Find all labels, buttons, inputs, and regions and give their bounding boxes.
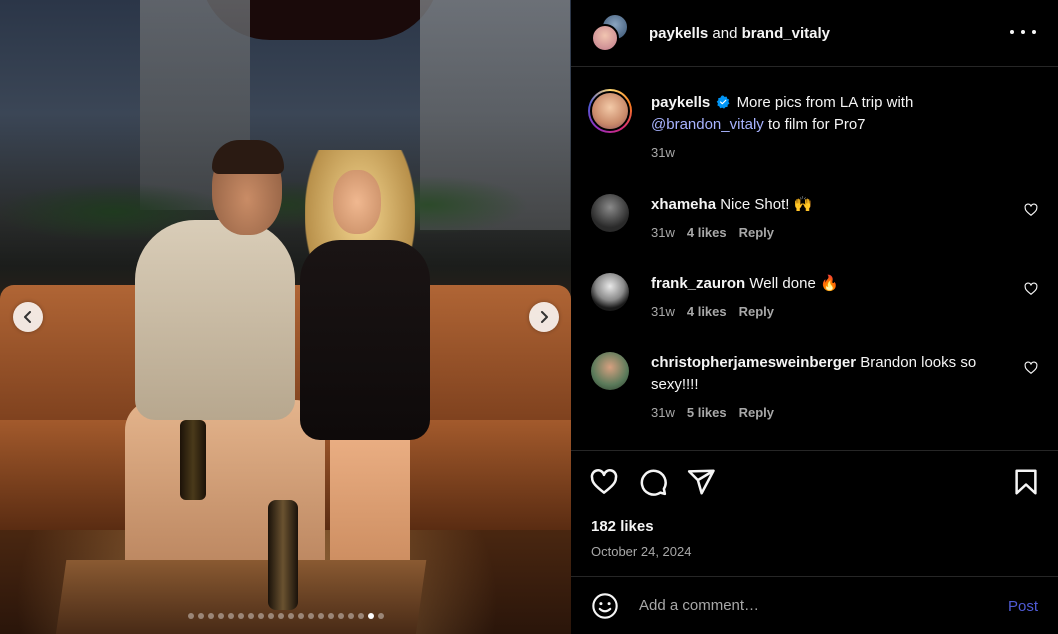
reply-button[interactable]: Reply [739, 222, 774, 244]
carousel-dot [337, 613, 344, 619]
avatar[interactable] [591, 352, 629, 390]
carousel-indicator [0, 613, 571, 619]
avatar [591, 24, 619, 52]
comment-body: frank_zauron Well done 🔥 31w 4 likes Rep… [651, 273, 1002, 323]
save-button[interactable] [1011, 467, 1041, 497]
post-comment-button[interactable]: Post [1008, 598, 1038, 615]
comment-likes[interactable]: 4 likes [687, 301, 727, 323]
coauthor-username[interactable]: brand_vitaly [742, 25, 830, 42]
comment-body: xhameha Nice Shot! 🙌 31w 4 likes Reply [651, 194, 1002, 244]
post-actions: 182 likes October 24, 2024 [571, 450, 1058, 575]
carousel-dot [197, 613, 204, 619]
caption-mention[interactable]: @brandon_vitaly [651, 116, 764, 133]
heart-icon[interactable] [1024, 282, 1038, 296]
comment-age: 31w [651, 225, 675, 240]
avatar[interactable] [591, 194, 629, 232]
authors-conjunction: and [712, 24, 738, 42]
photo-bottle [268, 500, 298, 610]
carousel-dot [217, 613, 224, 619]
comment-button[interactable] [638, 467, 668, 497]
next-photo-button[interactable] [529, 302, 559, 332]
carousel-dot [297, 613, 304, 619]
more-icon [1032, 30, 1036, 34]
comment-text: Well done 🔥 [749, 275, 839, 292]
verified-icon [717, 95, 730, 109]
photo-person [333, 170, 381, 234]
comment-body: christopherjamesweinberger Brandon looks… [651, 352, 1002, 424]
more-options-button[interactable] [1010, 22, 1036, 42]
carousel-dot [287, 613, 294, 619]
caption-username[interactable]: paykells [651, 94, 710, 111]
carousel-dot [277, 613, 284, 619]
author-username[interactable]: paykells [649, 25, 708, 42]
carousel-dot [357, 613, 364, 619]
carousel-dot [267, 613, 274, 619]
reply-button[interactable]: Reply [739, 301, 774, 323]
photo-table [53, 560, 427, 634]
avatar[interactable] [591, 273, 629, 311]
carousel-dot [247, 613, 254, 619]
caption-text: More pics from LA trip with [736, 94, 914, 111]
chevron-left-icon [24, 311, 31, 323]
photo-person [212, 140, 284, 174]
like-count[interactable]: 182 likes [591, 518, 654, 535]
photo-person [300, 240, 430, 440]
comment-input[interactable] [639, 590, 999, 621]
carousel-dot [317, 613, 324, 619]
previous-photo-button[interactable] [13, 302, 43, 332]
comments-list[interactable]: paykells More pics from LA trip with @br… [571, 68, 1058, 450]
comment-username[interactable]: xhameha [651, 196, 716, 213]
more-icon [1010, 30, 1014, 34]
avatar[interactable] [588, 89, 632, 133]
comment-composer: Post [571, 576, 1058, 634]
comment-text: Nice Shot! 🙌 [720, 196, 813, 213]
post-media[interactable] [0, 0, 571, 634]
reply-button[interactable]: Reply [739, 402, 774, 424]
carousel-dot [307, 613, 314, 619]
comment-age: 31w [651, 304, 675, 319]
caption-text-end: to film for Pro7 [767, 116, 866, 133]
post-header: paykells and brand_vitaly [571, 0, 1058, 67]
emoji-icon[interactable] [591, 592, 619, 620]
photo-plants [0, 170, 571, 240]
carousel-dot [187, 613, 194, 619]
comment-likes[interactable]: 4 likes [687, 222, 727, 244]
caption-body: paykells More pics from LA trip with @br… [651, 92, 1002, 164]
post-authors: paykells and brand_vitaly [649, 25, 830, 42]
post-details-panel: paykells and brand_vitaly paykells More … [571, 0, 1058, 634]
carousel-dot [327, 613, 334, 619]
comment-age: 31w [651, 405, 675, 420]
caption-age: 31w [651, 145, 675, 160]
comment-username[interactable]: frank_zauron [651, 275, 745, 292]
carousel-dot [227, 613, 234, 619]
collab-avatars[interactable] [591, 13, 631, 53]
comment-username[interactable]: christopherjamesweinberger [651, 354, 856, 371]
post-date: October 24, 2024 [591, 544, 692, 559]
heart-icon[interactable] [1024, 203, 1038, 217]
carousel-dot [257, 613, 264, 619]
share-button[interactable] [686, 467, 716, 497]
carousel-dot [237, 613, 244, 619]
carousel-dot [367, 613, 374, 619]
comment-likes[interactable]: 5 likes [687, 402, 727, 424]
carousel-dot [347, 613, 354, 619]
carousel-dot [377, 613, 384, 619]
heart-icon[interactable] [1024, 361, 1038, 375]
chevron-right-icon [541, 311, 548, 323]
like-button[interactable] [589, 467, 619, 497]
photo-person [135, 220, 295, 420]
carousel-dot [207, 613, 214, 619]
photo-bottle [180, 420, 206, 500]
more-icon [1021, 30, 1025, 34]
